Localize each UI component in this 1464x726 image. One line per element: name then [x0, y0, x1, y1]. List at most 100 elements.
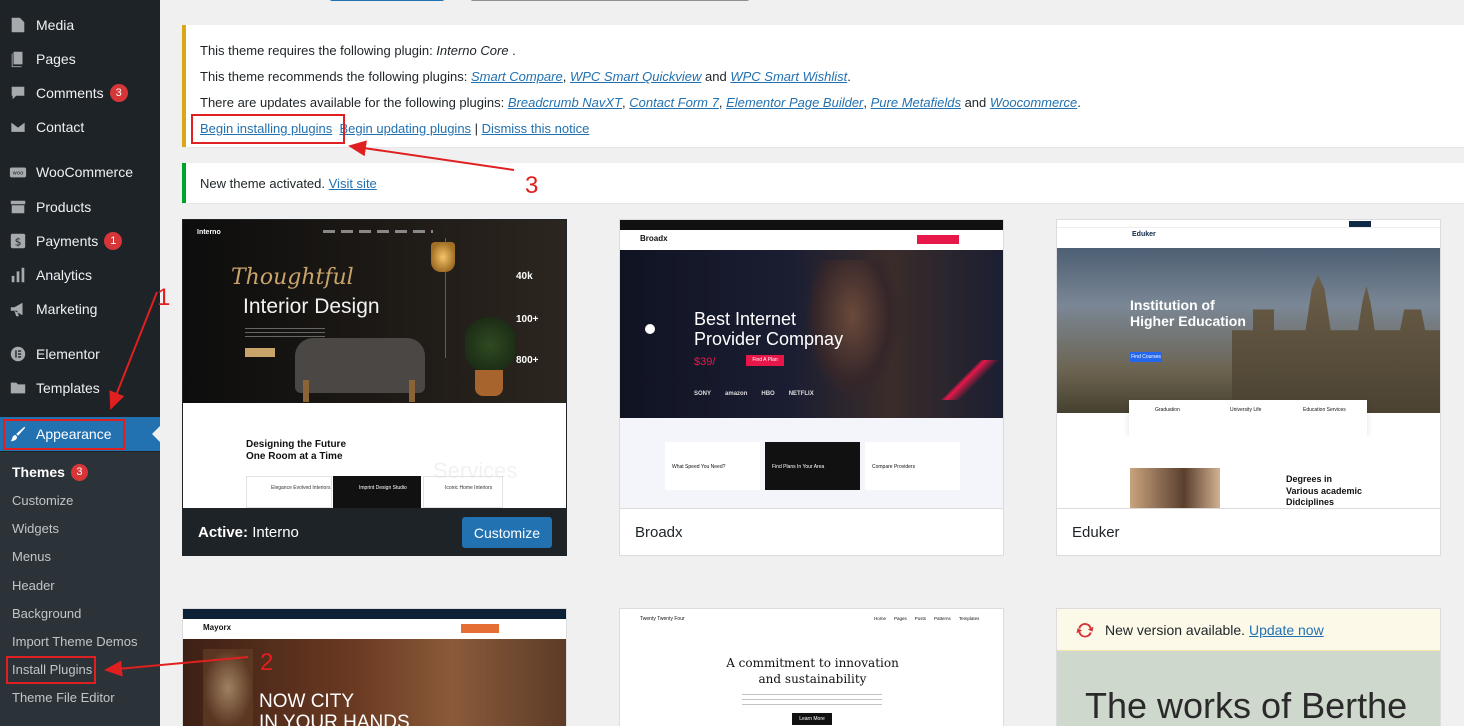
eduker-bottom-title: Didciplines	[1286, 497, 1335, 507]
tt4-nav-item: Pages	[894, 616, 907, 621]
sidebar-item-marketing[interactable]: Marketing	[0, 292, 160, 326]
customize-button[interactable]: Customize	[461, 517, 552, 548]
theme-card-interno[interactable]: Interno Thoughtful Interior Design 40k 1…	[182, 219, 567, 556]
plugin-link-wpc-smart-quickview[interactable]: WPC Smart Quickview	[570, 69, 701, 84]
interno-headline-script: Thoughtful	[231, 265, 354, 290]
update-notice-text: New version available.	[1105, 621, 1246, 638]
active-label: Active:	[198, 523, 249, 541]
submenu-item-import-theme-demos[interactable]: Import Theme Demos	[12, 630, 137, 652]
interno-logo: Interno	[197, 229, 221, 236]
tt4-nav-item: Patterns	[934, 616, 951, 621]
submenu-item-header[interactable]: Header	[12, 574, 55, 596]
plugin-link-elementor[interactable]: Elementor Page Builder	[726, 95, 863, 110]
sidebar-item-woocommerce[interactable]: woo WooCommerce	[0, 155, 160, 189]
dollar-icon: $	[0, 232, 36, 250]
sidebar-item-label: Elementor	[36, 346, 100, 362]
sidebar-item-pages[interactable]: Pages	[0, 42, 160, 76]
update-refresh-icon	[1075, 620, 1095, 640]
plugin-link-pure-metafields[interactable]: Pure Metafields	[871, 95, 961, 110]
notice-line-updates: There are updates available for the foll…	[200, 95, 1081, 110]
active-menu-arrow	[152, 426, 160, 442]
broadx-headline: Provider Compnay	[694, 329, 844, 349]
submenu-item-themes[interactable]: Themes 3	[12, 461, 88, 483]
tt4-headline: A commitment to innovation	[726, 656, 899, 670]
annotation-number-2: 2	[260, 649, 274, 676]
dismiss-notice-link[interactable]: Dismiss this notice	[482, 121, 590, 136]
tt4-cta: Learn More	[792, 713, 832, 725]
mayorx-headline: IN YOUR HANDS	[259, 712, 410, 726]
eduker-feature: University Life	[1230, 407, 1262, 413]
theme-screenshot: Broadx Best Internet Provider Compnay $3…	[620, 220, 1003, 508]
plugin-link-smart-compare[interactable]: Smart Compare	[471, 69, 563, 84]
sidebar-item-label: Contact	[36, 119, 85, 135]
themes-update-badge: 3	[70, 463, 88, 481]
eduker-feature: Education Services	[1303, 407, 1346, 413]
svg-text:woo: woo	[13, 171, 24, 177]
submenu-item-menus[interactable]: Menus	[12, 545, 51, 567]
sidebar-item-label: WooCommerce	[36, 164, 133, 180]
theme-card-mayorx[interactable]: Mayorx NOW CITY IN YOUR HANDS	[182, 608, 567, 726]
submenu-item-background[interactable]: Background	[12, 602, 81, 624]
sidebar-item-media[interactable]: Media	[0, 8, 160, 42]
eduker-cta: Find Courses	[1130, 352, 1162, 362]
theme-card-berthe[interactable]: The works of Berthe New version availabl…	[1056, 608, 1441, 726]
broadx-logo: Broadx	[640, 234, 668, 243]
svg-text:$: $	[15, 236, 22, 249]
theme-card-broadx[interactable]: Broadx Best Internet Provider Compnay $3…	[619, 219, 1004, 556]
theme-footer: Broadx	[620, 508, 1003, 555]
tt4-logo: Twenty Twenty Four	[640, 616, 685, 622]
payments-count-badge: 1	[104, 232, 123, 250]
interno-card: Iconic Home Interiors	[445, 485, 493, 491]
sidebar-item-label: Products	[36, 199, 92, 215]
update-now-link[interactable]: Update now	[1249, 622, 1324, 638]
top-button-partial[interactable]	[329, 0, 445, 1]
sidebar-item-analytics[interactable]: Analytics	[0, 258, 160, 292]
comments-icon	[0, 84, 36, 102]
interno-headline: Interior Design	[243, 295, 380, 318]
submenu-item-widgets[interactable]: Widgets	[12, 517, 59, 539]
visit-site-link[interactable]: Visit site	[329, 176, 377, 191]
elementor-icon	[0, 345, 36, 363]
plugin-link-breadcrumb-navxt[interactable]: Breadcrumb NavXT	[508, 95, 622, 110]
required-plugin-name: Interno Core	[436, 43, 509, 58]
theme-name: Broadx	[635, 524, 683, 541]
theme-footer-active: Active: Interno Customize	[183, 508, 566, 555]
plugin-link-contact-form-7[interactable]: Contact Form 7	[629, 95, 719, 110]
interno-card: Elegance Evolved Interiors	[271, 485, 331, 491]
interno-section-title: One Room at a Time	[246, 451, 343, 462]
eduker-headline: Higher Education	[1130, 313, 1246, 329]
sidebar-item-products[interactable]: Products	[0, 190, 160, 224]
sidebar-item-templates[interactable]: Templates	[0, 371, 160, 405]
tt4-nav-item: Posts	[914, 616, 927, 621]
broadx-card: Compare Providers	[872, 464, 916, 470]
theme-card-twenty-twenty-four[interactable]: Twenty Twenty Four Home Pages Posts Patt…	[619, 608, 1004, 726]
sidebar-item-payments[interactable]: $ Payments 1	[0, 224, 160, 258]
broadx-brand: amazon	[725, 391, 748, 397]
tt4-nav-item: Home	[874, 616, 887, 621]
sidebar-item-label: Payments	[36, 233, 99, 249]
submenu-item-theme-file-editor[interactable]: Theme File Editor	[12, 686, 115, 708]
tgmpa-plugin-notice: This theme requires the following plugin…	[182, 25, 1464, 147]
plugin-link-woocommerce[interactable]: Woocommerce	[990, 95, 1077, 110]
submenu-item-customize[interactable]: Customize	[12, 489, 73, 511]
tt4-nav-item: Templates	[958, 616, 980, 621]
theme-card-eduker[interactable]: Eduker Institution of Higher Education F…	[1056, 219, 1441, 556]
theme-screenshot: Twenty Twenty Four Home Pages Posts Patt…	[620, 609, 1003, 726]
broadx-card: What Speed You Need?	[672, 464, 726, 470]
theme-screenshot: Eduker Institution of Higher Education F…	[1057, 220, 1440, 508]
sidebar-item-elementor[interactable]: Elementor	[0, 337, 160, 371]
plugin-link-wpc-smart-wishlist[interactable]: WPC Smart Wishlist	[730, 69, 847, 84]
envelope-icon	[0, 118, 36, 136]
sidebar-item-label: Templates	[36, 380, 100, 396]
theme-footer: Eduker	[1057, 508, 1440, 555]
sidebar-item-comments[interactable]: Comments 3	[0, 76, 160, 110]
begin-updating-plugins-link[interactable]: Begin updating plugins	[340, 121, 472, 136]
broadx-price: $39/	[694, 356, 716, 368]
media-icon	[0, 16, 36, 34]
interno-card: Imprint Design Studio	[359, 485, 407, 491]
bar-chart-icon	[0, 266, 36, 284]
top-search-input-partial[interactable]	[470, 0, 750, 1]
annotation-number-3: 3	[525, 172, 539, 199]
submenu-item-label: Themes	[12, 464, 65, 480]
sidebar-item-contact[interactable]: Contact	[0, 110, 160, 144]
